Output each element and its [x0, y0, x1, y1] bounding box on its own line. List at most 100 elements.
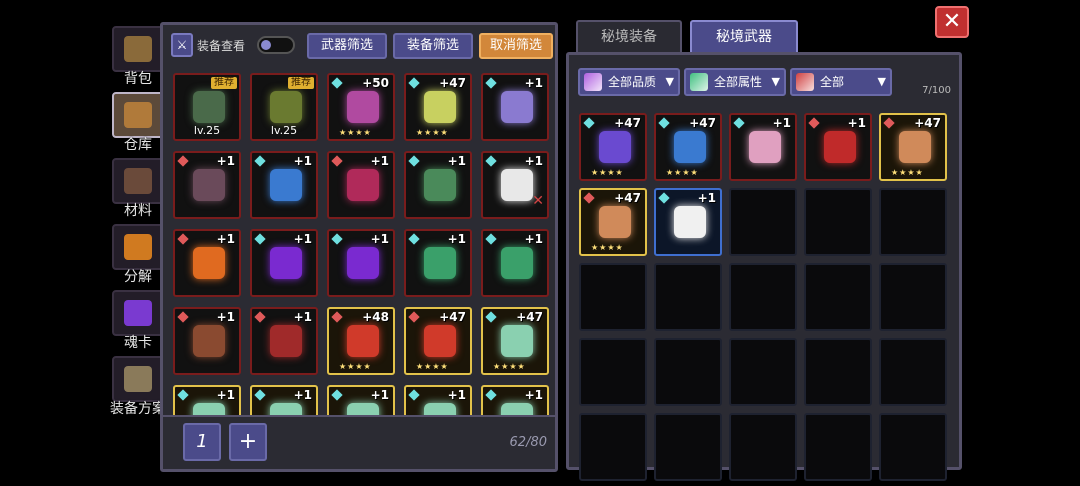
rarity-gem-icon	[254, 233, 266, 245]
item-slot[interactable]: +1	[481, 385, 549, 415]
empty-slot[interactable]	[729, 188, 797, 256]
rarity-gem-icon	[658, 117, 670, 129]
item-art	[347, 325, 379, 357]
side-tab-2[interactable]: 材料	[110, 158, 166, 219]
empty-slot[interactable]	[879, 413, 947, 481]
enhance-level: +47	[439, 76, 466, 90]
empty-slot[interactable]	[729, 263, 797, 331]
empty-slot[interactable]	[804, 413, 872, 481]
star-rating: ★★★★	[339, 362, 372, 371]
empty-slot[interactable]	[879, 263, 947, 331]
item-slot[interactable]: 推荐 lv.25	[250, 73, 318, 141]
item-slot[interactable]: +1	[173, 229, 241, 297]
page-number-button[interactable]: 1	[183, 423, 221, 461]
item-art	[424, 91, 456, 123]
empty-slot[interactable]	[804, 188, 872, 256]
enhance-level: +1	[293, 232, 312, 246]
item-art	[501, 403, 533, 415]
filter-label: 全部属性	[714, 75, 763, 89]
enhance-level: +1	[370, 232, 389, 246]
enhance-level: +1	[697, 191, 716, 205]
item-slot[interactable]: +48 ★★★★	[327, 307, 395, 375]
rarity-gem-icon	[808, 117, 820, 129]
side-tab-1[interactable]: 仓库	[110, 92, 166, 153]
filter-label: 全部	[820, 75, 845, 89]
item-slot[interactable]: +47 ★★★★	[579, 113, 647, 181]
side-tab-4[interactable]: 魂卡	[110, 290, 166, 351]
side-tab-0[interactable]: 背包	[110, 26, 166, 87]
item-slot[interactable]: +47 ★★★★	[879, 113, 947, 181]
item-slot[interactable]: 推荐 lv.25	[173, 73, 241, 141]
item-art	[424, 325, 456, 357]
item-slot[interactable]: +1 ✕	[481, 151, 549, 219]
item-slot[interactable]: +47 ★★★★	[404, 73, 472, 141]
add-page-button[interactable]: +	[229, 423, 267, 461]
item-slot[interactable]: +1	[173, 151, 241, 219]
tab-secret-weapons[interactable]: 秘境武器	[690, 20, 798, 54]
item-slot[interactable]: +1	[481, 229, 549, 297]
item-slot[interactable]: +47 ★★★★	[481, 307, 549, 375]
item-slot[interactable]: +1	[327, 229, 395, 297]
filter-dropdown-0[interactable]: 全部品质 ▼	[578, 68, 680, 96]
empty-slot[interactable]	[654, 413, 722, 481]
storage-chest-icon-art	[124, 102, 152, 128]
empty-slot[interactable]	[654, 263, 722, 331]
empty-slot[interactable]	[729, 413, 797, 481]
item-slot[interactable]: +1	[173, 307, 241, 375]
item-art	[899, 131, 931, 163]
rarity-gem-icon	[331, 233, 343, 245]
empty-slot[interactable]	[879, 188, 947, 256]
item-slot[interactable]: +1	[729, 113, 797, 181]
filter-label: 全部品质	[608, 75, 657, 89]
rarity-gem-icon	[408, 155, 420, 167]
enhance-level: +47	[516, 310, 543, 324]
enhance-level: +1	[524, 232, 543, 246]
rarity-gem-icon	[408, 389, 420, 401]
backpack-icon	[112, 26, 164, 72]
tab-secret-equipment[interactable]: 秘境装备	[576, 20, 682, 54]
item-slot[interactable]: +50 ★★★★	[327, 73, 395, 141]
empty-slot[interactable]	[579, 413, 647, 481]
empty-slot[interactable]	[579, 338, 647, 406]
item-slot[interactable]: +1	[250, 151, 318, 219]
item-slot[interactable]: +47 ★★★★	[654, 113, 722, 181]
rarity-gem-icon	[177, 155, 189, 167]
item-slot[interactable]: +1	[404, 151, 472, 219]
side-tab-3[interactable]: 分解	[110, 224, 166, 285]
storage-chest-icon	[112, 92, 164, 138]
empty-slot[interactable]	[804, 263, 872, 331]
item-art	[599, 206, 631, 238]
materials-icon	[112, 158, 164, 204]
empty-slot[interactable]	[654, 338, 722, 406]
empty-slot[interactable]	[579, 263, 647, 331]
item-slot[interactable]: +1	[654, 188, 722, 256]
star-rating: ★★★★	[416, 128, 449, 137]
item-slot[interactable]: +1	[404, 385, 472, 415]
filter-dropdown-2[interactable]: 全部 ▼	[790, 68, 892, 96]
item-art	[270, 91, 302, 123]
item-slot[interactable]: +47 ★★★★	[579, 188, 647, 256]
item-slot[interactable]: +1	[250, 385, 318, 415]
empty-slot[interactable]	[804, 338, 872, 406]
item-slot[interactable]: +1	[250, 307, 318, 375]
empty-slot[interactable]	[879, 338, 947, 406]
close-button[interactable]: ✕	[935, 6, 969, 38]
item-slot[interactable]: +1	[173, 385, 241, 415]
item-level: lv.25	[270, 124, 298, 137]
item-slot[interactable]: +47 ★★★★	[404, 307, 472, 375]
empty-slot[interactable]	[729, 338, 797, 406]
chevron-down-icon: ▼	[665, 75, 674, 88]
item-slot[interactable]: +1	[404, 229, 472, 297]
item-slot[interactable]: +1	[327, 151, 395, 219]
filter-dropdown-1[interactable]: 全部属性 ▼	[684, 68, 786, 96]
item-level: lv.25	[193, 124, 221, 137]
rarity-gem-icon	[583, 192, 595, 204]
side-tab-5[interactable]: 装备方案	[110, 356, 166, 417]
item-slot[interactable]: +1	[327, 385, 395, 415]
item-art	[424, 169, 456, 201]
item-art	[193, 325, 225, 357]
enhance-level: +1	[447, 154, 466, 168]
item-slot[interactable]: +1	[804, 113, 872, 181]
item-slot[interactable]: +1	[481, 73, 549, 141]
item-slot[interactable]: +1	[250, 229, 318, 297]
